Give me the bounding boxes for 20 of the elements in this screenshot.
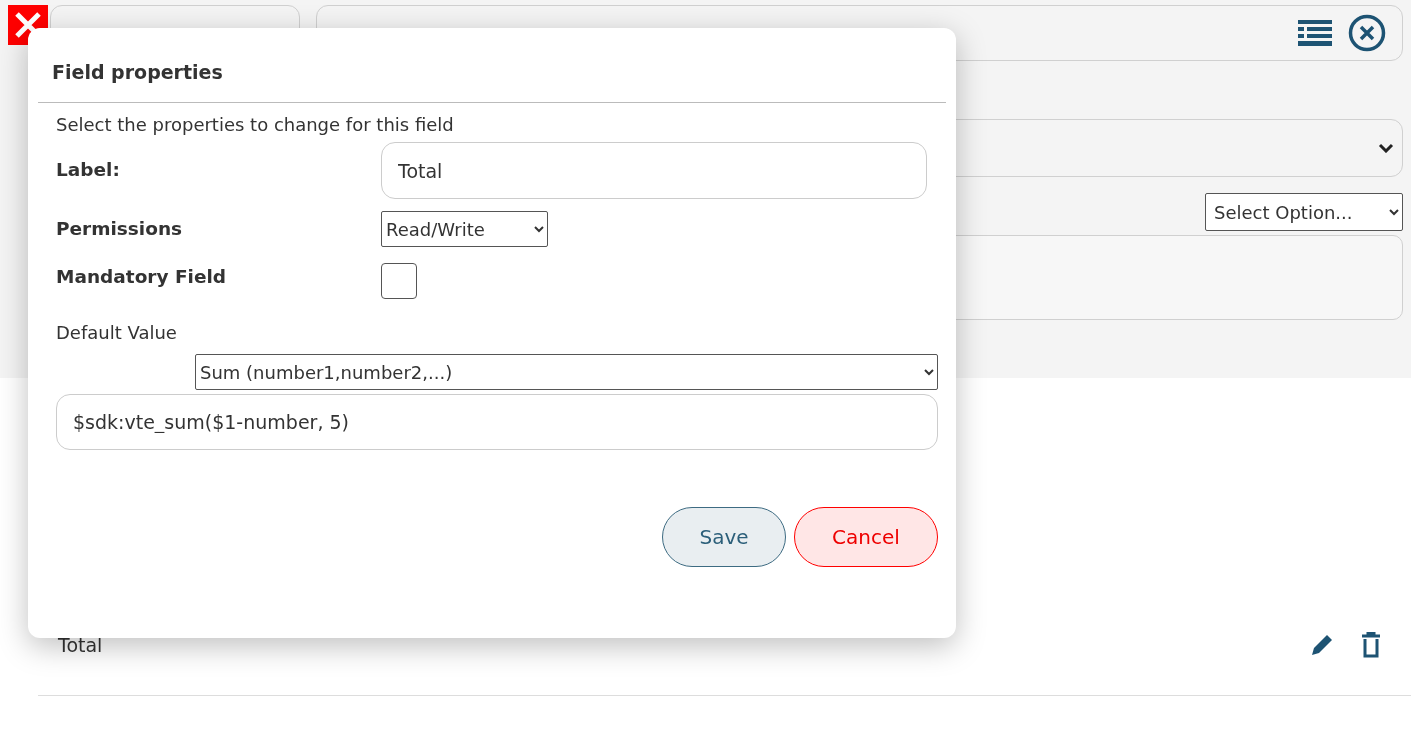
field-label: Permissions xyxy=(56,217,184,241)
cancel-button[interactable]: Cancel xyxy=(794,507,938,567)
default-value-field[interactable]: $sdk:vte_sum($1-number, 5) xyxy=(56,394,938,450)
trash-icon[interactable] xyxy=(1361,632,1381,658)
field-label: Label: xyxy=(56,158,121,182)
checkbox[interactable] xyxy=(381,263,417,299)
save-button[interactable]: Save xyxy=(662,507,786,567)
list-icon[interactable] xyxy=(1298,20,1332,46)
chevron-down-icon xyxy=(1378,143,1394,153)
function-select[interactable]: Sum (number1,number2,...) xyxy=(195,354,938,390)
dialog-title: Field properties xyxy=(52,61,223,83)
permissions-select[interactable]: Read/Write xyxy=(381,211,548,247)
option-select[interactable]: Select Option... xyxy=(1205,193,1403,231)
instruction-text: Select the properties to change for this field xyxy=(56,113,455,137)
close-icon[interactable] xyxy=(1348,14,1386,52)
label-field[interactable]: Total xyxy=(381,142,927,199)
row-label: Total xyxy=(58,632,104,658)
field-label: Default Value xyxy=(56,321,178,345)
pencil-icon[interactable] xyxy=(1309,632,1335,658)
field-label: Mandatory Field xyxy=(56,265,228,289)
